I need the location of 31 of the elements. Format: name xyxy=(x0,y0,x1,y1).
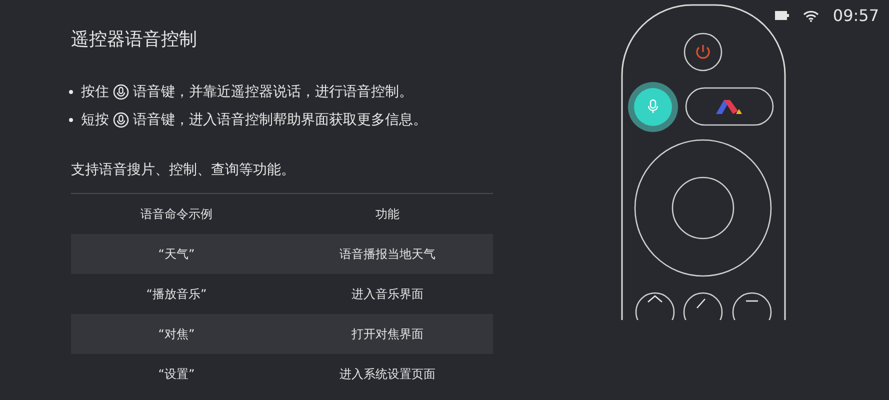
table-cell-text: 语音播报当地天气 xyxy=(338,246,436,262)
menu-button[interactable] xyxy=(732,292,772,320)
table-cell-text: 打开对焦界面 xyxy=(350,326,424,342)
table-cell-text: 进入音乐界面 xyxy=(350,286,424,302)
page-title: 遥控器语音控制 xyxy=(71,28,198,51)
ok-button[interactable] xyxy=(672,176,734,240)
back-button[interactable] xyxy=(683,292,723,320)
wifi-icon xyxy=(802,10,819,22)
direction-pad[interactable] xyxy=(634,139,772,277)
bullet-text: 语音键，进入语音控制帮助界面获取更多信息。 xyxy=(133,111,427,129)
bullet-dot xyxy=(69,90,73,94)
bullet-dot xyxy=(69,118,73,122)
table-cell-text: “设置” xyxy=(157,366,196,382)
table-cell-text: 进入系统设置页面 xyxy=(338,366,436,382)
app-button[interactable] xyxy=(685,87,774,126)
bullet-text: 按住 xyxy=(81,83,109,101)
bullet-text: 语音键，并靠近遥控器说话，进行语音控制。 xyxy=(133,83,413,101)
column-header: 语音命令示例 xyxy=(140,206,214,222)
table-cell-text: “天气” xyxy=(157,246,196,262)
table-cell-text: “对焦” xyxy=(157,326,196,342)
column-header: 功能 xyxy=(374,206,400,222)
microphone-icon xyxy=(113,84,129,100)
intro-text: 支持语音搜片、控制、查询等功能。 xyxy=(71,161,296,180)
microphone-icon xyxy=(113,112,129,128)
clock-time: 09:57 xyxy=(832,6,879,25)
home-button[interactable] xyxy=(635,292,675,320)
table-cell-text: “播放音乐” xyxy=(145,286,208,302)
voice-button[interactable] xyxy=(628,82,678,132)
power-button[interactable] xyxy=(684,32,722,72)
bullet-text: 短按 xyxy=(81,111,109,129)
battery-icon xyxy=(774,11,789,20)
